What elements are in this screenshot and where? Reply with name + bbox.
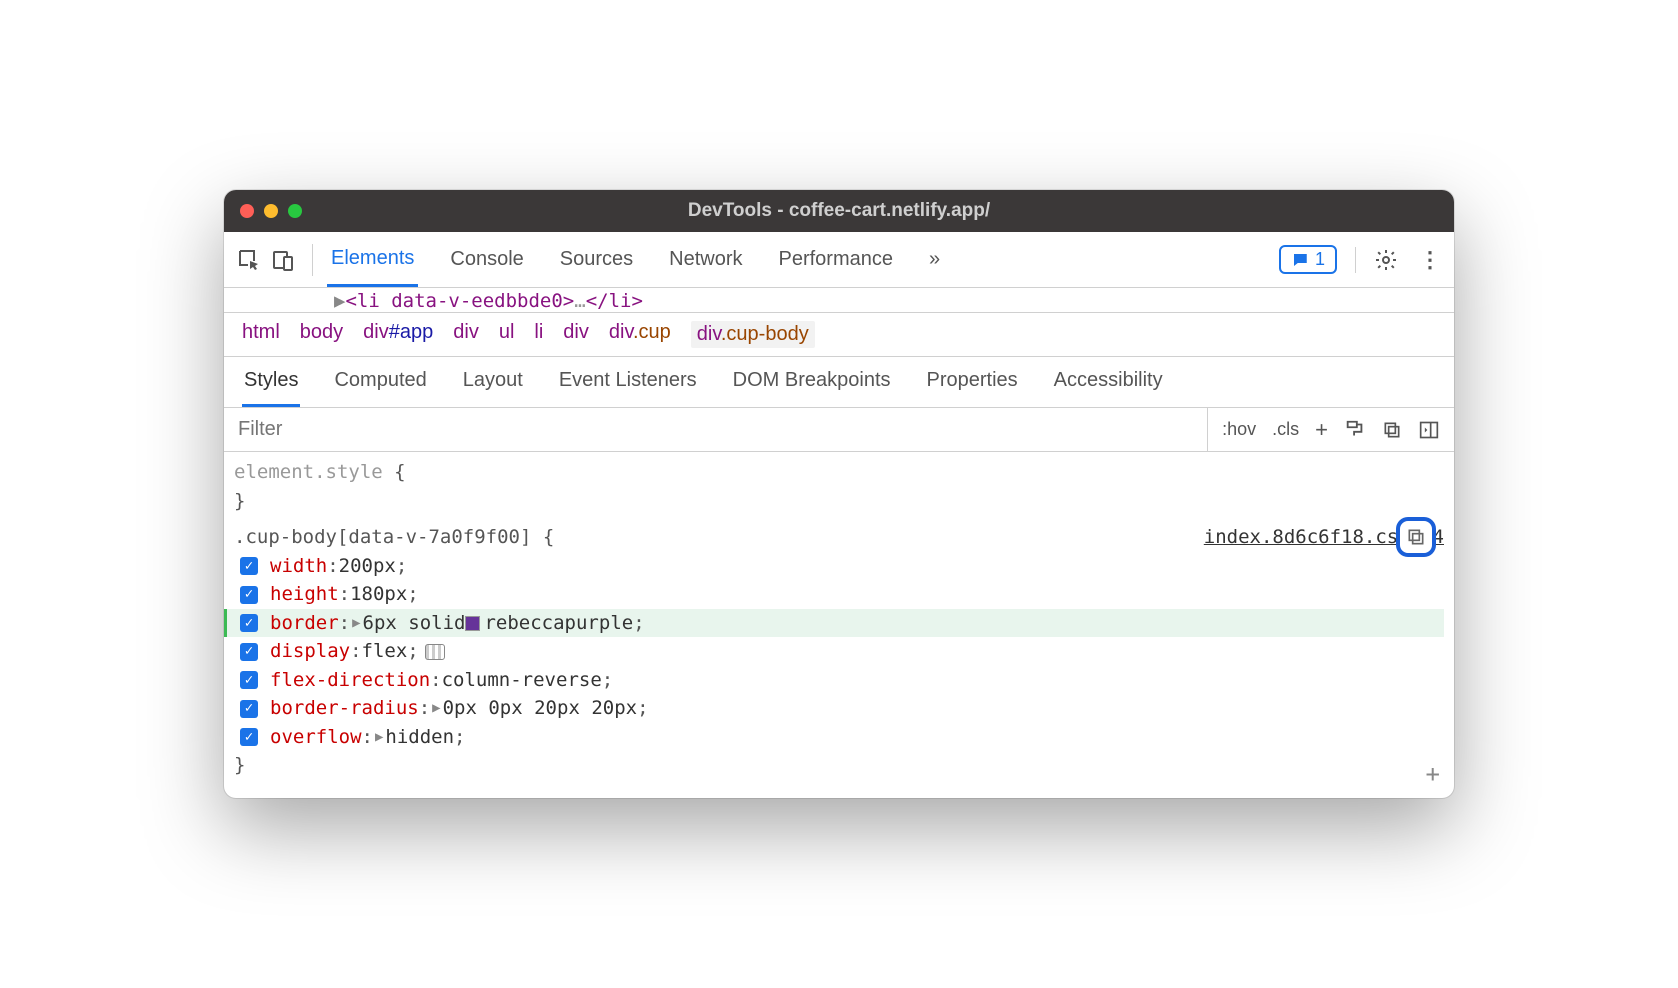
tab-sources[interactable]: Sources xyxy=(556,234,637,285)
crumb-div-cup-body[interactable]: div.cup-body xyxy=(691,321,815,348)
element-style-rule[interactable]: element.style { } xyxy=(234,458,1444,515)
subtab-accessibility[interactable]: Accessibility xyxy=(1052,357,1165,407)
decl-border-radius[interactable]: ✓ border-radius:▶0px 0px 20px 20px; xyxy=(234,694,1444,723)
checkbox-icon[interactable]: ✓ xyxy=(240,614,258,632)
more-icon[interactable]: ⋮ xyxy=(1416,247,1444,273)
expand-icon[interactable]: ▶ xyxy=(432,698,440,719)
tabs-overflow[interactable]: » xyxy=(925,234,944,285)
dom-snippet: ▶<li data-v-eedbbde0>…</li> xyxy=(224,288,1454,313)
cup-body-rule: index.8d6c6f18.css:74 .cup-body[data-v-7… xyxy=(234,523,1444,780)
subtab-layout[interactable]: Layout xyxy=(461,357,525,407)
titlebar: DevTools - coffee-cart.netlify.app/ xyxy=(224,190,1454,232)
filter-input[interactable] xyxy=(224,418,1207,441)
subtab-computed[interactable]: Computed xyxy=(332,357,428,407)
new-style-plus[interactable]: + xyxy=(1315,417,1328,443)
flex-editor-icon[interactable] xyxy=(425,644,445,660)
window-title: DevTools - coffee-cart.netlify.app/ xyxy=(224,200,1454,222)
subtab-properties[interactable]: Properties xyxy=(925,357,1020,407)
expand-icon[interactable]: ▶ xyxy=(375,727,383,748)
crumb-div-cup[interactable]: div.cup xyxy=(609,321,671,348)
issues-badge[interactable]: 1 xyxy=(1279,245,1337,274)
copy-declaration-button[interactable] xyxy=(1396,517,1436,557)
checkbox-icon[interactable]: ✓ xyxy=(240,728,258,746)
styles-subtabs: Styles Computed Layout Event Listeners D… xyxy=(224,357,1454,408)
decl-flex-direction[interactable]: ✓ flex-direction: column-reverse; xyxy=(234,666,1444,695)
breadcrumbs: html body div#app div ul li div div.cup … xyxy=(224,313,1454,357)
divider xyxy=(312,244,313,276)
crumb-ul[interactable]: ul xyxy=(499,321,515,348)
crumb-div[interactable]: div xyxy=(453,321,479,348)
copy-icon[interactable] xyxy=(1382,420,1402,440)
filter-tools: :hov .cls + xyxy=(1207,408,1454,451)
expand-icon[interactable]: ▶ xyxy=(352,613,360,634)
styles-pane: element.style { } index.8d6c6f18.css:74 … xyxy=(224,452,1454,798)
inspect-icon[interactable] xyxy=(234,245,264,275)
device-toggle-icon[interactable] xyxy=(268,245,298,275)
element-style-label: element.style xyxy=(234,461,383,483)
decl-display[interactable]: ✓ display: flex; xyxy=(234,637,1444,666)
tab-elements[interactable]: Elements xyxy=(327,233,418,287)
crumb-div2[interactable]: div xyxy=(563,321,589,348)
settings-icon[interactable] xyxy=(1374,248,1402,272)
paint-icon[interactable] xyxy=(1344,419,1366,441)
side-panel-icon[interactable] xyxy=(1418,420,1440,440)
decl-height[interactable]: ✓ height: 180px; xyxy=(234,580,1444,609)
subtab-dom-breakpoints[interactable]: DOM Breakpoints xyxy=(731,357,893,407)
checkbox-icon[interactable]: ✓ xyxy=(240,671,258,689)
toolbar-right: 1 ⋮ xyxy=(1279,245,1444,274)
crumb-div-app[interactable]: div#app xyxy=(363,321,433,348)
cls-toggle[interactable]: .cls xyxy=(1272,419,1299,440)
color-swatch[interactable] xyxy=(465,616,480,631)
crumb-li[interactable]: li xyxy=(534,321,543,348)
divider xyxy=(1355,247,1356,273)
decl-width[interactable]: ✓ width: 200px; xyxy=(234,552,1444,581)
checkbox-icon[interactable]: ✓ xyxy=(240,557,258,575)
decl-border[interactable]: ✓ border:▶6px solid rebeccapurple; xyxy=(224,609,1444,638)
crumb-html[interactable]: html xyxy=(242,321,280,348)
rule-selector[interactable]: .cup-body[data-v-7a0f9f00] xyxy=(234,526,531,548)
tab-network[interactable]: Network xyxy=(665,234,746,285)
crumb-body[interactable]: body xyxy=(300,321,343,348)
badge-count: 1 xyxy=(1315,249,1325,270)
checkbox-icon[interactable]: ✓ xyxy=(240,586,258,604)
tab-performance[interactable]: Performance xyxy=(775,234,898,285)
decl-overflow[interactable]: ✓ overflow:▶hidden; xyxy=(234,723,1444,752)
subtab-event-listeners[interactable]: Event Listeners xyxy=(557,357,699,407)
main-tabs: Elements Console Sources Network Perform… xyxy=(327,233,1275,287)
clipboard-icon xyxy=(1406,527,1426,547)
add-declaration-plus[interactable]: + xyxy=(1426,756,1440,792)
main-toolbar: Elements Console Sources Network Perform… xyxy=(224,232,1454,288)
devtools-window: DevTools - coffee-cart.netlify.app/ Elem… xyxy=(224,190,1454,798)
checkbox-icon[interactable]: ✓ xyxy=(240,643,258,661)
checkbox-icon[interactable]: ✓ xyxy=(240,700,258,718)
subtab-styles[interactable]: Styles xyxy=(242,357,300,407)
tab-console[interactable]: Console xyxy=(446,234,527,285)
hov-toggle[interactable]: :hov xyxy=(1222,419,1256,440)
chat-icon xyxy=(1291,251,1309,269)
filter-row: :hov .cls + xyxy=(224,408,1454,452)
